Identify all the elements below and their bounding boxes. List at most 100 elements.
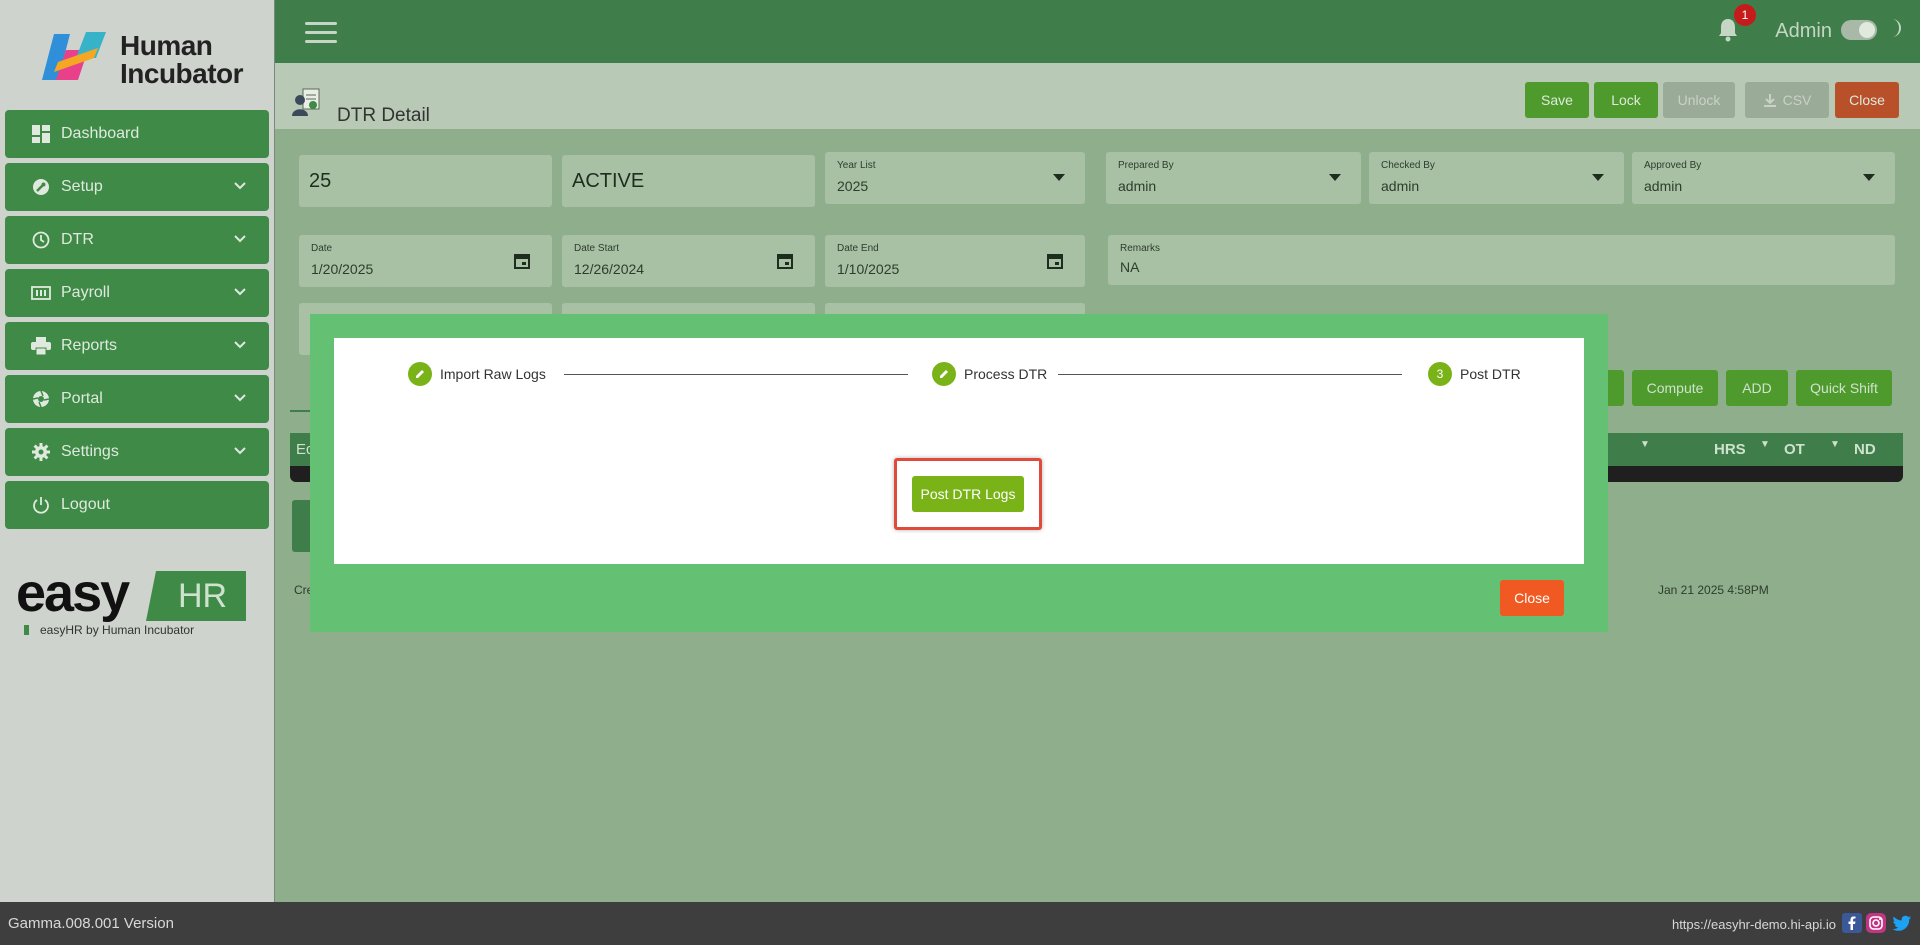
sidebar-item-label: Reports xyxy=(61,337,118,354)
step-connector xyxy=(1058,374,1402,375)
calendar-icon[interactable] xyxy=(777,253,793,269)
modal-close-button[interactable]: Close xyxy=(1500,580,1564,616)
download-icon xyxy=(1763,94,1776,107)
date-value: 1/20/2025 xyxy=(311,261,374,277)
column-header-ot[interactable]: OT xyxy=(1784,441,1805,458)
calendar-icon[interactable] xyxy=(1047,253,1063,269)
compute-button[interactable]: Compute xyxy=(1632,370,1718,406)
sidebar-item-label: Payroll xyxy=(61,284,110,301)
sidebar-item-logout[interactable]: Logout xyxy=(5,481,269,529)
logo-mark-icon xyxy=(42,32,106,80)
prepared-by-value: admin xyxy=(1118,178,1157,194)
logo-text-line2: Incubator xyxy=(120,58,244,89)
step-label: Import Raw Logs xyxy=(440,366,546,382)
sidebar-item-label: Portal xyxy=(61,390,103,407)
year-list-label: Year List xyxy=(837,160,876,171)
year-list-value: 2025 xyxy=(837,178,869,194)
easyhr-logo: easy HR easyHR by Human Incubator xyxy=(16,563,246,643)
sidebar-item-settings[interactable]: Settings xyxy=(5,428,269,476)
user-name[interactable]: Admin xyxy=(1775,20,1832,43)
sidebar-item-dashboard[interactable]: Dashboard xyxy=(5,110,269,158)
date-end-field[interactable]: Date End 1/10/2025 xyxy=(825,235,1085,287)
sidebar-item-setup[interactable]: Setup xyxy=(5,163,269,211)
sidebar-item-label: Settings xyxy=(61,443,119,460)
quick-shift-button[interactable]: Quick Shift xyxy=(1796,370,1892,406)
hamburger-menu-icon[interactable] xyxy=(305,22,337,44)
step-import-raw-logs[interactable]: Import Raw Logs xyxy=(408,362,546,386)
date-label: Date xyxy=(311,243,333,254)
filter-icon[interactable]: ▼ xyxy=(1760,439,1770,450)
step-process-dtr[interactable]: Process DTR xyxy=(932,362,1047,386)
lock-button[interactable]: Lock xyxy=(1594,82,1658,118)
date-field[interactable]: Date 1/20/2025 xyxy=(299,235,552,287)
status-field[interactable]: ACTIVE xyxy=(562,155,815,207)
chevron-down-icon xyxy=(234,288,246,296)
sidebar-nav: Dashboard Setup DTR Payroll Reports Port… xyxy=(5,110,269,534)
notification-badge: 1 xyxy=(1734,4,1756,26)
checked-by-select[interactable]: Checked By admin xyxy=(1369,152,1624,204)
close-button[interactable]: Close xyxy=(1835,82,1899,118)
sidebar: Human Incubator Dashboard Setup DTR Payr… xyxy=(0,0,275,902)
instagram-icon[interactable] xyxy=(1866,913,1886,933)
footer: Gamma.008.001 Version https://easyhr-dem… xyxy=(0,902,1920,945)
approved-by-value: admin xyxy=(1644,178,1683,194)
date-start-value: 12/26/2024 xyxy=(574,261,645,277)
dropdown-caret-icon xyxy=(1863,174,1875,181)
sidebar-item-label: DTR xyxy=(61,231,94,248)
post-dtr-highlight: Post DTR Logs xyxy=(894,458,1042,530)
chevron-down-icon xyxy=(234,394,246,402)
pencil-icon xyxy=(932,362,956,386)
top-bar: 1 Admin xyxy=(275,0,1920,63)
employee-document-icon xyxy=(292,88,320,116)
calendar-icon[interactable] xyxy=(514,253,530,269)
easyhr-logo-easy: easy xyxy=(16,563,130,623)
gear-icon xyxy=(31,442,51,462)
csv-button[interactable]: CSV xyxy=(1745,82,1829,118)
power-icon xyxy=(31,495,51,515)
easyhr-logo-hr: HR xyxy=(146,571,246,621)
remarks-value: NA xyxy=(1120,259,1140,275)
logo-text-line1: Human xyxy=(120,30,213,61)
sidebar-item-label: Setup xyxy=(61,178,103,195)
dropdown-caret-icon xyxy=(1592,174,1604,181)
approved-by-select[interactable]: Approved By admin xyxy=(1632,152,1895,204)
dtr-id-value: 25 xyxy=(309,170,332,192)
dtr-id-field[interactable]: 25 xyxy=(299,155,552,207)
chevron-down-icon xyxy=(234,235,246,243)
sidebar-item-payroll[interactable]: Payroll xyxy=(5,269,269,317)
filter-icon[interactable]: ▼ xyxy=(1640,439,1650,450)
approved-by-label: Approved By xyxy=(1644,160,1702,171)
chevron-down-icon xyxy=(234,341,246,349)
filter-icon[interactable]: ▼ xyxy=(1830,439,1840,450)
save-button[interactable]: Save xyxy=(1525,82,1589,118)
sidebar-item-label: Logout xyxy=(61,496,110,513)
year-list-select[interactable]: Year List 2025 xyxy=(825,152,1085,204)
prepared-by-select[interactable]: Prepared By admin xyxy=(1106,152,1361,204)
unlock-button[interactable]: Unlock xyxy=(1663,82,1735,118)
page-title: DTR Detail xyxy=(337,105,430,126)
divider xyxy=(290,410,310,412)
theme-toggle[interactable] xyxy=(1841,20,1877,40)
column-header-nd[interactable]: ND xyxy=(1854,441,1876,458)
post-dtr-logs-button[interactable]: Post DTR Logs xyxy=(912,476,1024,512)
footer-url[interactable]: https://easyhr-demo.hi-api.io xyxy=(1672,917,1836,932)
checked-by-label: Checked By xyxy=(1381,160,1435,171)
remarks-field[interactable]: Remarks NA xyxy=(1108,235,1895,285)
step-label: Post DTR xyxy=(1460,366,1521,382)
moon-icon xyxy=(1892,19,1901,37)
chevron-down-icon xyxy=(234,447,246,455)
date-end-label: Date End xyxy=(837,243,879,254)
sidebar-item-portal[interactable]: Portal xyxy=(5,375,269,423)
facebook-icon[interactable] xyxy=(1842,913,1862,933)
date-end-value: 1/10/2025 xyxy=(837,261,900,277)
column-header-hrs[interactable]: HRS xyxy=(1714,441,1746,458)
modal-body: Import Raw Logs Process DTR 3 Post DTR P… xyxy=(334,338,1584,564)
step-post-dtr[interactable]: 3 Post DTR xyxy=(1428,362,1521,386)
status-value: ACTIVE xyxy=(572,170,645,192)
twitter-icon[interactable] xyxy=(1892,913,1912,933)
sidebar-item-dtr[interactable]: DTR xyxy=(5,216,269,264)
date-start-label: Date Start xyxy=(574,243,620,254)
add-button[interactable]: ADD xyxy=(1726,370,1788,406)
sidebar-item-reports[interactable]: Reports xyxy=(5,322,269,370)
date-start-field[interactable]: Date Start 12/26/2024 xyxy=(562,235,815,287)
